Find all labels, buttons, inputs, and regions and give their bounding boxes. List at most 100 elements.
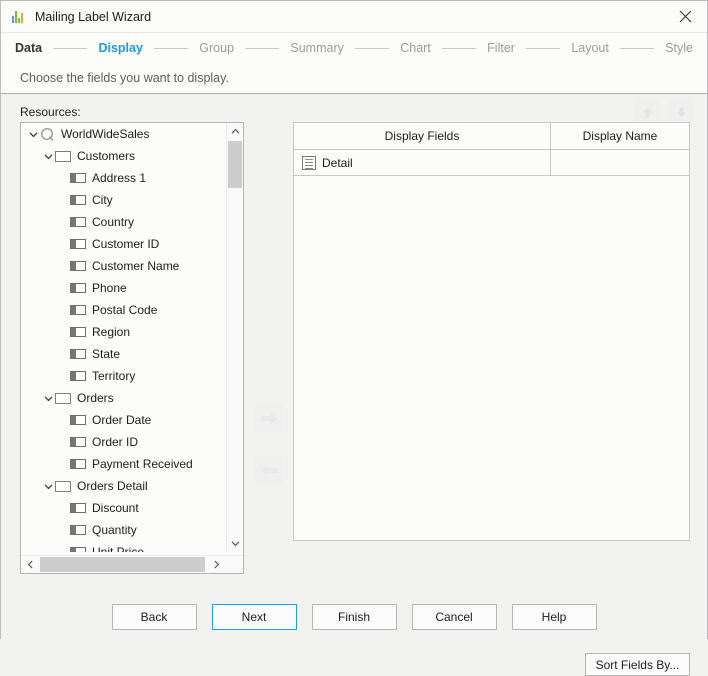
tree-vertical-scrollbar[interactable]: [226, 123, 243, 552]
tree-item[interactable]: Orders: [21, 387, 226, 409]
scroll-right-arrow-icon[interactable]: [207, 556, 225, 573]
folder-icon: [55, 151, 71, 162]
step-connector: [53, 48, 87, 49]
help-button[interactable]: Help: [512, 604, 597, 630]
arrow-right-icon: [260, 411, 279, 426]
tree-item[interactable]: Customer ID: [21, 233, 226, 255]
tree-item[interactable]: Address 1: [21, 167, 226, 189]
back-button[interactable]: Back: [112, 604, 197, 630]
step-connector: [526, 48, 560, 49]
field-icon: [70, 525, 86, 535]
tree-indent: [57, 431, 70, 453]
close-icon[interactable]: [663, 1, 707, 31]
tree-item-label: Customers: [77, 149, 135, 163]
field-icon: [70, 305, 86, 315]
tree-item-label: Region: [92, 325, 130, 339]
step-display[interactable]: Display: [98, 41, 142, 55]
tree-item-label: WorldWideSales: [61, 127, 149, 141]
tree-indent: [57, 365, 70, 387]
tree-item[interactable]: Unit Price: [21, 541, 226, 552]
tree-item[interactable]: Postal Code: [21, 299, 226, 321]
resources-label: Resources:: [20, 105, 81, 119]
add-field-button[interactable]: [255, 404, 283, 432]
column-header-display-fields[interactable]: Display Fields: [294, 123, 551, 149]
tree-item-label: Order Date: [92, 413, 151, 427]
grid-cell-field[interactable]: Detail: [294, 150, 551, 175]
tree-item[interactable]: Country: [21, 211, 226, 233]
tree-item-label: Country: [92, 215, 134, 229]
field-icon: [70, 547, 86, 552]
field-icon: [70, 459, 86, 469]
table-row[interactable]: Detail: [294, 150, 689, 176]
step-connector: [620, 48, 654, 49]
scroll-left-arrow-icon[interactable]: [21, 556, 39, 573]
step-group[interactable]: Group: [199, 41, 234, 55]
remove-field-button[interactable]: [255, 456, 283, 484]
tree-indent: [57, 343, 70, 365]
folder-icon: [55, 481, 71, 492]
folder-icon: [55, 393, 71, 404]
tree-item[interactable]: Customer Name: [21, 255, 226, 277]
tree-item[interactable]: Phone: [21, 277, 226, 299]
tree-item[interactable]: Payment Received: [21, 453, 226, 475]
window-title: Mailing Label Wizard: [35, 10, 151, 24]
chevron-down-icon[interactable]: [42, 145, 55, 167]
step-filter[interactable]: Filter: [487, 41, 515, 55]
step-data[interactable]: Data: [15, 41, 42, 55]
mailing-label-wizard-window: Mailing Label Wizard Data Display Group …: [0, 0, 708, 639]
tree-item[interactable]: Order Date: [21, 409, 226, 431]
field-icon: [70, 415, 86, 425]
tree-item-label: Payment Received: [92, 457, 193, 471]
step-layout[interactable]: Layout: [571, 41, 609, 55]
field-icon: [70, 371, 86, 381]
tree-item-label: Customer ID: [92, 237, 159, 251]
tree-item[interactable]: Orders Detail: [21, 475, 226, 497]
tree-item[interactable]: Order ID: [21, 431, 226, 453]
tree-item-label: Orders Detail: [77, 479, 148, 493]
tree-item[interactable]: Discount: [21, 497, 226, 519]
finish-button[interactable]: Finish: [312, 604, 397, 630]
tree-item[interactable]: City: [21, 189, 226, 211]
tree-item-label: Quantity: [92, 523, 137, 537]
scroll-up-arrow-icon[interactable]: [227, 123, 243, 140]
tree-item[interactable]: Region: [21, 321, 226, 343]
step-chart[interactable]: Chart: [400, 41, 431, 55]
tree-item[interactable]: WorldWideSales: [21, 123, 226, 145]
tree-indent: [57, 189, 70, 211]
title-bar: Mailing Label Wizard: [1, 1, 707, 33]
chevron-down-icon[interactable]: [42, 387, 55, 409]
step-style[interactable]: Style: [665, 41, 693, 55]
tree-item-label: City: [92, 193, 113, 207]
tree-item-label: Phone: [92, 281, 127, 295]
grid-cell-display-name[interactable]: [551, 150, 689, 175]
tree-item[interactable]: Customers: [21, 145, 226, 167]
field-icon: [70, 437, 86, 447]
display-fields-grid: Display Fields Display Name Detail: [293, 122, 690, 541]
next-button[interactable]: Next: [212, 604, 297, 630]
tree-item[interactable]: Territory: [21, 365, 226, 387]
tree-item-label: Discount: [92, 501, 139, 515]
sort-fields-by-button[interactable]: Sort Fields By...: [585, 653, 690, 676]
tree-indent: [57, 277, 70, 299]
cancel-button[interactable]: Cancel: [412, 604, 497, 630]
field-icon: [70, 261, 86, 271]
chevron-down-icon[interactable]: [42, 475, 55, 497]
grid-header-row: Display Fields Display Name: [294, 123, 689, 150]
scroll-down-arrow-icon[interactable]: [227, 535, 243, 552]
tree-item-label: Orders: [77, 391, 114, 405]
column-header-display-name[interactable]: Display Name: [551, 123, 689, 149]
step-connector: [355, 48, 389, 49]
footer-buttons: Back Next Finish Cancel Help: [1, 593, 707, 640]
tree-vscroll-thumb[interactable]: [228, 141, 242, 188]
chevron-down-icon[interactable]: [27, 123, 40, 145]
tree-indent: [57, 497, 70, 519]
tree-hscroll-thumb[interactable]: [40, 557, 205, 572]
wizard-steps: Data Display Group Summary Chart Filter …: [1, 33, 707, 63]
step-summary[interactable]: Summary: [290, 41, 343, 55]
bar-chart-icon: [10, 9, 26, 25]
tree-horizontal-scrollbar[interactable]: [21, 555, 243, 573]
tree-item-label: Territory: [92, 369, 135, 383]
tree-item[interactable]: Quantity: [21, 519, 226, 541]
tree-item[interactable]: State: [21, 343, 226, 365]
tree-item-label: Customer Name: [92, 259, 179, 273]
